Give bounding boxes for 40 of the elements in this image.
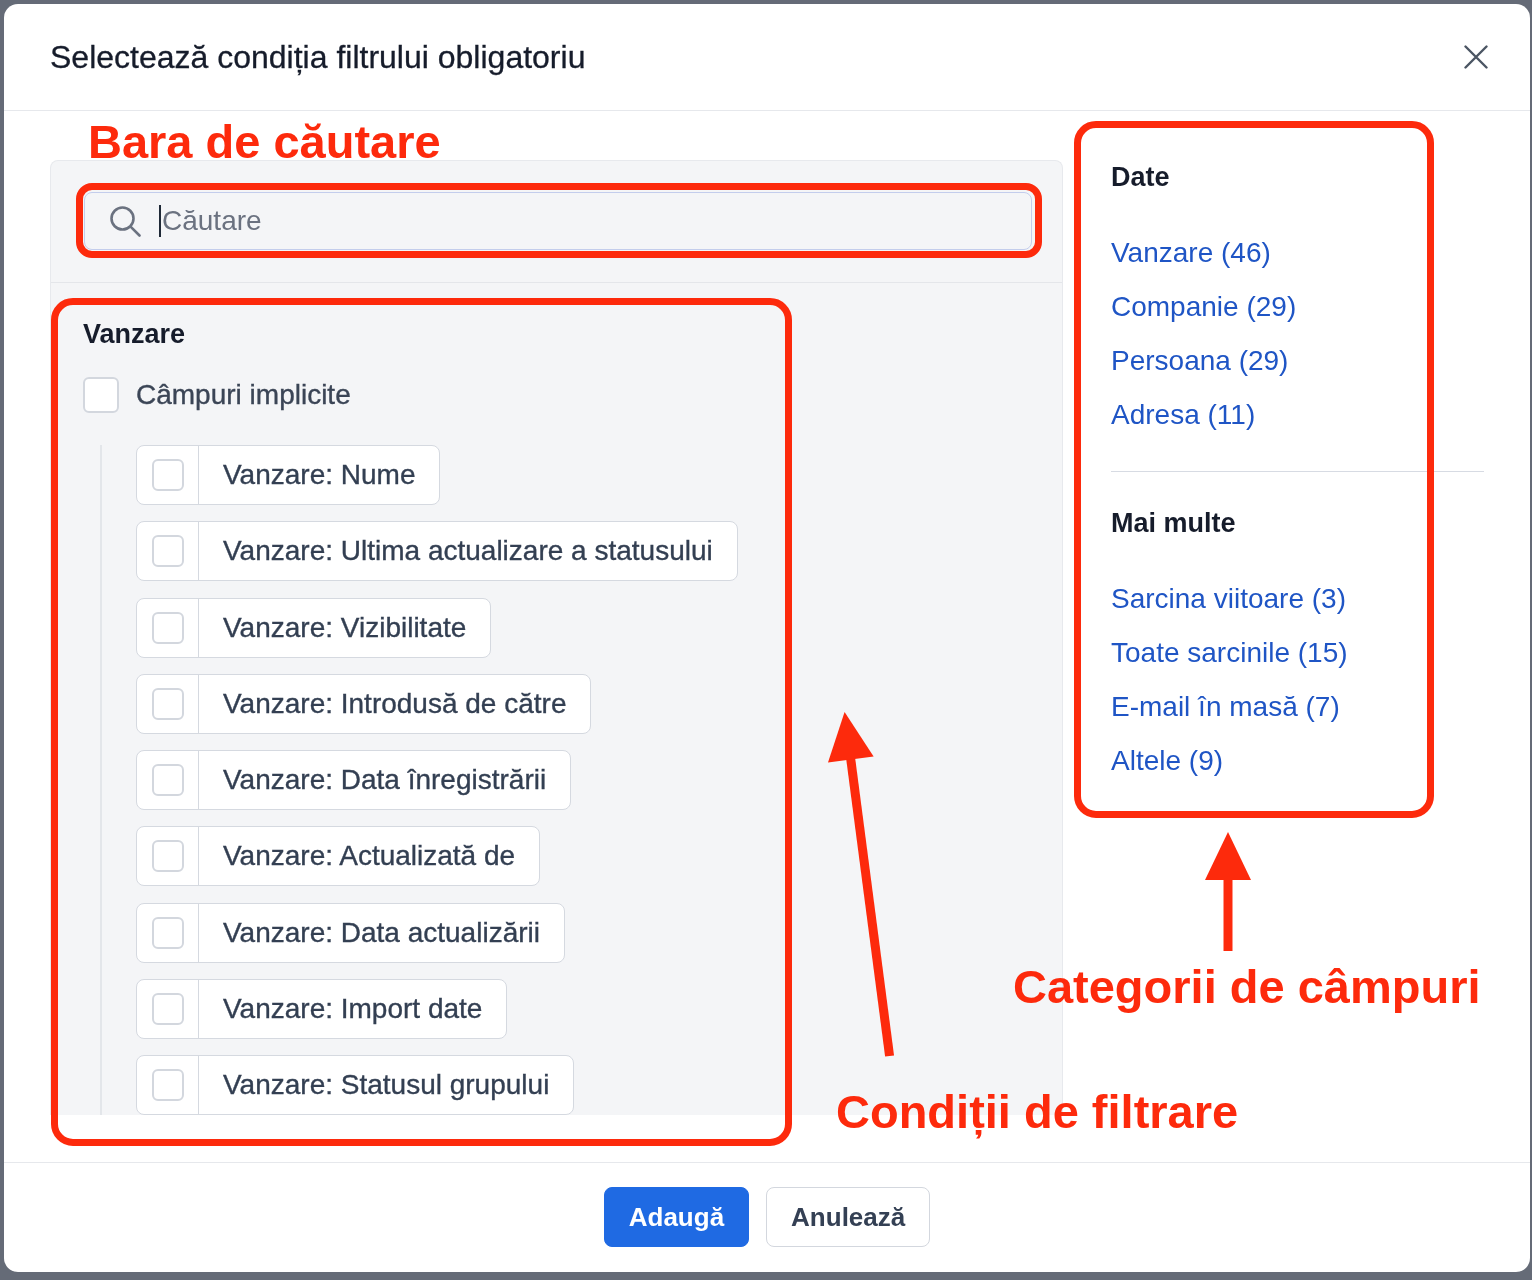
checkbox[interactable] xyxy=(83,377,119,413)
category-link[interactable]: Companie (29) xyxy=(1111,290,1297,324)
field-option[interactable]: Vanzare: Ultima actualizare a statusului xyxy=(136,521,738,582)
close-icon xyxy=(1464,45,1488,69)
field-option[interactable]: Vanzare: Nume xyxy=(136,445,441,505)
section-heading: Date xyxy=(1111,161,1170,194)
field-option[interactable]: Vanzare: Statusul grupului xyxy=(136,1055,575,1115)
field-option[interactable]: Vanzare: Data înregistrării xyxy=(136,750,572,811)
category-link[interactable]: E-mail în masă (7) xyxy=(1111,690,1340,724)
close-button[interactable] xyxy=(1462,43,1490,71)
checkbox[interactable] xyxy=(151,840,184,873)
category-link[interactable]: Sarcina viitoare (3) xyxy=(1111,582,1346,616)
category-link[interactable]: Vanzare (46) xyxy=(1111,236,1271,270)
text-cursor-icon xyxy=(159,205,161,237)
section-heading: Mai multe xyxy=(1111,507,1236,540)
add-button[interactable]: Adaugă xyxy=(603,1187,750,1247)
field-option[interactable]: Vanzare: Import date xyxy=(136,979,508,1040)
cancel-button[interactable]: Anulează xyxy=(766,1187,931,1247)
field-option[interactable]: Vanzare: Data actualizării xyxy=(136,902,565,963)
field-option[interactable]: Vanzare: Vizibilitate xyxy=(136,597,492,658)
field-option[interactable]: Vanzare: Actualizată de xyxy=(136,826,541,887)
category-link[interactable]: Persoana (29) xyxy=(1111,344,1289,378)
field-option[interactable]: Vanzare: Introdusă de către xyxy=(136,673,592,734)
checkbox[interactable] xyxy=(151,687,184,720)
checkbox[interactable] xyxy=(151,916,184,949)
search-icon xyxy=(109,205,141,237)
category-link[interactable]: Adresa (11) xyxy=(1111,398,1256,432)
checkbox[interactable] xyxy=(151,611,184,644)
category-link[interactable]: Toate sarcinile (15) xyxy=(1111,636,1348,670)
group-heading: Vanzare xyxy=(83,318,186,351)
checkbox[interactable] xyxy=(151,993,184,1026)
checkbox[interactable] xyxy=(151,459,184,491)
checkbox[interactable] xyxy=(151,535,184,568)
checkbox[interactable] xyxy=(151,1069,184,1102)
checkbox[interactable] xyxy=(151,764,184,797)
checkbox-label: Câmpuri implicite xyxy=(136,378,351,412)
dialog-title: Selectează condiția filtrului obligatoriu xyxy=(50,38,586,77)
category-link[interactable]: Altele (9) xyxy=(1111,744,1224,778)
annotation-label: Bara de căutare xyxy=(88,118,441,165)
search-field[interactable]: Căutare xyxy=(84,192,1032,250)
